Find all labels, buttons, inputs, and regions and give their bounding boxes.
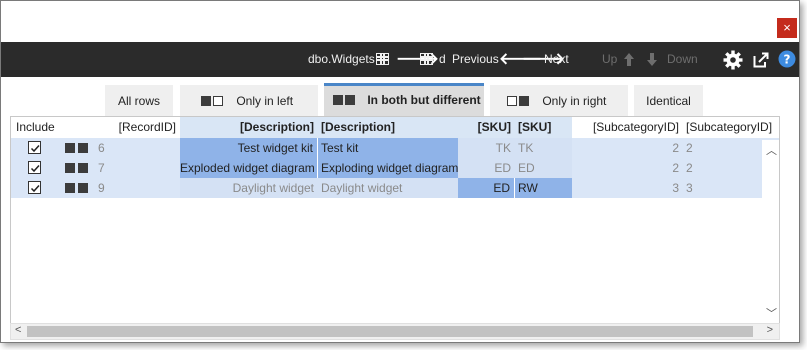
header-description-left[interactable]: [Description]	[180, 117, 318, 138]
table-icon	[420, 53, 433, 65]
include-checkbox[interactable]	[28, 141, 41, 154]
cell-record-id: 9	[98, 181, 105, 195]
cell-sku-left: ED	[458, 178, 515, 198]
header-include[interactable]: Include	[13, 117, 61, 138]
left-square-icon	[65, 143, 75, 153]
cell-description-right: Exploding widget diagram	[318, 158, 458, 178]
up-arrow-icon[interactable]	[623, 52, 635, 67]
left-square-icon	[507, 96, 517, 106]
cell-description-left: Exploded widget diagram	[180, 158, 318, 178]
tab-only-in-right[interactable]: Only in right	[490, 85, 628, 116]
scroll-right-icon[interactable]: >	[767, 324, 773, 336]
horizontal-scrollbar[interactable]: < >	[10, 323, 780, 340]
header-subcategory-right[interactable]: [SubcategoryID]	[683, 117, 779, 138]
header-record-id[interactable]: [RecordID]	[95, 117, 180, 138]
scroll-down-icon[interactable]: ﹀	[766, 305, 777, 321]
cell-description-right: Test kit	[318, 138, 458, 158]
grid-header: Include [RecordID] [Description] [Descri…	[11, 117, 779, 139]
filter-tabs: All rows Only in left In both but differ…	[1, 83, 799, 116]
left-square-icon	[201, 96, 211, 106]
checkbox-checked-icon	[30, 144, 40, 153]
cell-description-right: Daylight widget	[318, 178, 458, 198]
right-square-icon	[78, 143, 88, 153]
cell-record-id: 6	[98, 141, 105, 155]
cell-subcategory-left: 3	[672, 181, 679, 195]
up-button[interactable]: Up	[602, 42, 617, 77]
cell-sku-left: ED	[458, 158, 515, 178]
cell-description-left: Daylight widget	[180, 178, 318, 198]
right-square-icon	[78, 183, 88, 193]
tab-label: All rows	[117, 94, 160, 108]
tab-identical[interactable]: Identical	[634, 85, 703, 116]
left-square-icon	[65, 163, 75, 173]
table-icon	[376, 53, 389, 65]
header-description-right[interactable]: [Description]	[318, 117, 458, 138]
left-table-name: dbo.Widgets	[308, 52, 375, 66]
tab-label: Only in left	[236, 94, 294, 108]
checkbox-checked-icon	[30, 184, 40, 193]
cell-subcategory-right: 2	[686, 141, 693, 155]
vertical-scrollbar[interactable]: ︿ ﹀	[762, 140, 779, 323]
include-checkbox[interactable]	[28, 181, 41, 194]
table-row[interactable]: 9 Daylight widget Daylight widget ED RW …	[11, 178, 779, 198]
cell-sku-right: ED	[515, 158, 572, 178]
cell-sku-left: TK	[458, 138, 515, 158]
right-square-icon	[345, 95, 355, 105]
right-square-icon	[213, 96, 223, 106]
table-row[interactable]: 7 Exploded widget diagram Exploding widg…	[11, 158, 779, 178]
tab-label: In both but different	[367, 93, 481, 107]
down-button[interactable]: Down	[667, 42, 698, 77]
tab-only-in-left[interactable]: Only in left	[180, 85, 318, 116]
compare-grid: Include [RecordID] [Description] [Descri…	[10, 116, 780, 324]
svg-text:?: ?	[784, 53, 791, 67]
tab-all-rows[interactable]: All rows	[105, 85, 173, 116]
scroll-left-icon[interactable]: <	[15, 324, 21, 336]
header-sku-right[interactable]: [SKU]	[515, 117, 572, 138]
horizontal-scroll-thumb[interactable]	[27, 326, 753, 337]
down-arrow-icon[interactable]	[646, 52, 658, 67]
cell-subcategory-left: 2	[672, 141, 679, 155]
left-square-icon	[65, 183, 75, 193]
right-table-name: d	[439, 52, 446, 66]
close-icon[interactable]: ×	[777, 18, 797, 38]
compare-window: × dbo.Widgets 🡒 d Previous 🡐 🡒 Next Up D…	[0, 0, 800, 343]
tab-label: Only in right	[542, 94, 607, 108]
checkbox-checked-icon	[30, 164, 40, 173]
cell-sku-right: RW	[515, 178, 572, 198]
right-square-icon	[519, 96, 529, 106]
header-subcategory-left[interactable]: [SubcategoryID]	[572, 117, 683, 138]
tab-in-both-but-different[interactable]: In both but different	[324, 83, 484, 116]
cell-subcategory-right: 2	[686, 161, 693, 175]
export-icon[interactable]	[753, 52, 769, 68]
scroll-up-icon[interactable]: ︿	[766, 142, 777, 158]
gear-icon[interactable]	[723, 50, 743, 70]
table-row[interactable]: 6 Test widget kit Test kit TK TK 2 2	[11, 138, 779, 158]
title-bar: ×	[1, 1, 799, 42]
include-checkbox[interactable]	[28, 161, 41, 174]
tab-label: Identical	[646, 94, 691, 108]
previous-button[interactable]: Previous	[452, 42, 499, 77]
right-square-icon	[78, 163, 88, 173]
toolbar: dbo.Widgets 🡒 d Previous 🡐 🡒 Next Up Dow…	[1, 42, 799, 77]
cell-record-id: 7	[98, 161, 105, 175]
cell-subcategory-right: 3	[686, 181, 693, 195]
next-button[interactable]: Next	[544, 42, 569, 77]
header-sku-left[interactable]: [SKU]	[458, 117, 515, 138]
cell-description-left: Test widget kit	[180, 138, 318, 158]
cell-subcategory-left: 2	[672, 161, 679, 175]
left-square-icon	[333, 95, 343, 105]
cell-sku-right: TK	[515, 138, 572, 158]
help-icon[interactable]: ?	[778, 50, 796, 68]
